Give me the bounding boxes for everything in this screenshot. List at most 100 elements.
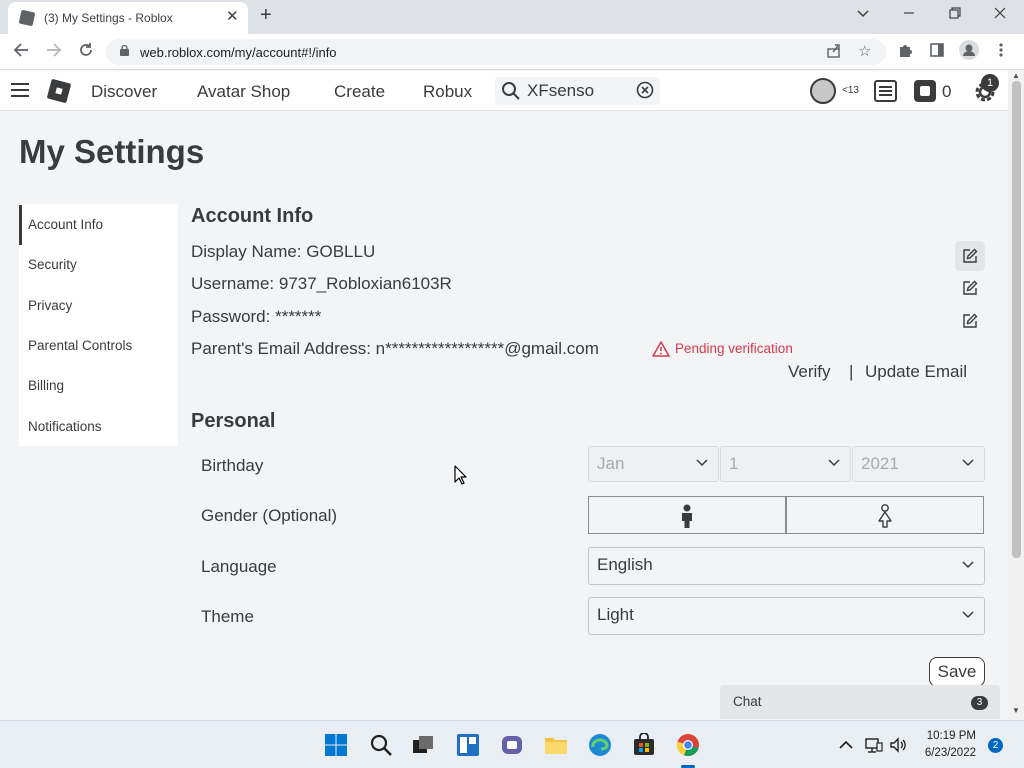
- parent-email-text: Parent's Email Address: n***************…: [191, 339, 599, 358]
- bookmark-star-icon[interactable]: ☆: [858, 42, 871, 60]
- tab-search-chevron-icon[interactable]: [856, 6, 870, 22]
- settings-side-menu: Account Info Security Privacy Parental C…: [19, 204, 178, 446]
- link-separator: |: [849, 362, 854, 381]
- gender-label: Gender (Optional): [201, 506, 338, 525]
- page-scrollbar[interactable]: ▲ ▼: [1008, 71, 1024, 720]
- search-box: [495, 77, 660, 105]
- gender-male-button[interactable]: [588, 496, 786, 534]
- clock-date[interactable]: 6/23/2022: [914, 747, 976, 759]
- menu-item-billing[interactable]: Billing: [19, 366, 178, 406]
- lock-icon[interactable]: [120, 45, 129, 56]
- birthday-label: Birthday: [201, 456, 264, 475]
- volume-icon[interactable]: [889, 736, 907, 754]
- theme-label: Theme: [201, 607, 254, 626]
- chat-label: Chat: [733, 694, 762, 709]
- menu-item-notifications[interactable]: Notifications: [19, 407, 178, 447]
- browser-menu-icon[interactable]: [999, 42, 1003, 62]
- scroll-down-arrow-icon[interactable]: ▼: [1012, 706, 1020, 715]
- profile-icon[interactable]: [959, 40, 979, 64]
- age-label: <13: [842, 85, 859, 96]
- search-input[interactable]: [527, 80, 631, 102]
- menu-item-account-info[interactable]: Account Info: [19, 205, 178, 245]
- url-text: web.roblox.com/my/account#!/info: [140, 45, 337, 60]
- mouse-cursor-icon: [454, 465, 467, 485]
- clock-time[interactable]: 10:19 PM: [920, 730, 976, 742]
- roblox-logo-icon[interactable]: [46, 78, 72, 104]
- menu-item-security[interactable]: Security: [19, 245, 178, 285]
- close-window-icon[interactable]: [994, 6, 1006, 22]
- new-tab-icon[interactable]: +: [260, 4, 272, 27]
- scroll-up-arrow-icon[interactable]: ▲: [1012, 71, 1020, 80]
- chevron-down-icon: [962, 561, 974, 569]
- robux-icon[interactable]: [914, 80, 936, 102]
- back-arrow-icon[interactable]: [13, 42, 29, 63]
- birth-month-select[interactable]: Jan: [588, 446, 719, 482]
- extensions-puzzle-icon[interactable]: [897, 42, 913, 62]
- nav-discover[interactable]: Discover: [91, 82, 157, 102]
- save-button[interactable]: Save: [929, 657, 985, 687]
- taskbar-search-icon[interactable]: [369, 733, 393, 757]
- show-hidden-icons-chevron-icon[interactable]: [838, 737, 854, 753]
- share-icon[interactable]: [826, 43, 842, 63]
- username-text: Username: 9737_Robloxian6103R: [191, 274, 452, 293]
- widgets-icon[interactable]: [456, 733, 480, 757]
- windows-start-icon[interactable]: [324, 733, 348, 757]
- search-icon[interactable]: [501, 81, 521, 101]
- edit-display-name-icon[interactable]: [955, 241, 985, 271]
- female-figure-icon: [878, 504, 892, 528]
- personal-heading: Personal: [191, 410, 276, 432]
- tab-title: (3) My Settings - Roblox: [44, 11, 173, 25]
- male-figure-icon: [682, 504, 692, 528]
- notification-center-badge[interactable]: 2: [988, 738, 1003, 753]
- edit-password-icon[interactable]: [955, 306, 985, 336]
- password-text: Password: *******: [191, 307, 322, 326]
- gender-female-button[interactable]: [786, 496, 984, 534]
- windows-taskbar: 10:19 PM 6/23/2022 2: [0, 720, 1024, 768]
- language-label: Language: [201, 557, 277, 576]
- clear-search-icon[interactable]: [636, 81, 654, 99]
- edge-browser-icon[interactable]: [588, 733, 612, 757]
- network-icon[interactable]: [865, 736, 883, 754]
- messages-icon[interactable]: [874, 80, 897, 102]
- page-title: My Settings: [19, 133, 205, 170]
- browser-toolbar: web.roblox.com/my/account#!/info ☆: [0, 34, 1024, 70]
- language-select[interactable]: English: [588, 547, 985, 585]
- birth-day-select[interactable]: 1: [720, 446, 851, 482]
- file-explorer-icon[interactable]: [544, 733, 568, 757]
- address-bar[interactable]: web.roblox.com/my/account#!/info ☆: [106, 39, 886, 65]
- browser-tab-bar: (3) My Settings - Roblox ✕ +: [0, 0, 1024, 34]
- restore-icon[interactable]: [949, 6, 961, 22]
- edit-username-icon[interactable]: [955, 273, 985, 303]
- nav-robux[interactable]: Robux: [423, 82, 472, 102]
- hamburger-menu-icon[interactable]: [11, 83, 29, 98]
- chrome-browser-icon[interactable]: [676, 733, 700, 757]
- roblox-header: Discover Avatar Shop Create Robux <13 0: [0, 71, 1008, 111]
- nav-avatar-shop[interactable]: Avatar Shop: [197, 82, 290, 102]
- chevron-down-icon: [696, 459, 708, 467]
- chat-bar[interactable]: Chat 3: [720, 685, 1000, 719]
- menu-item-privacy[interactable]: Privacy: [19, 286, 178, 326]
- close-tab-icon[interactable]: ✕: [226, 7, 239, 25]
- microsoft-store-icon[interactable]: [632, 733, 656, 757]
- update-email-link[interactable]: Update Email: [865, 362, 967, 382]
- chevron-down-icon: [828, 459, 840, 467]
- gender-selector: [588, 496, 985, 534]
- side-panel-icon[interactable]: [929, 42, 945, 62]
- browser-tab[interactable]: (3) My Settings - Roblox ✕: [8, 2, 248, 34]
- avatar[interactable]: [810, 78, 836, 104]
- theme-select[interactable]: Light: [588, 597, 985, 635]
- scroll-thumb[interactable]: [1012, 81, 1021, 558]
- reload-icon[interactable]: [78, 42, 94, 63]
- nav-create[interactable]: Create: [334, 82, 385, 102]
- account-info-heading: Account Info: [191, 205, 314, 227]
- forward-arrow-icon[interactable]: [46, 42, 62, 63]
- teams-chat-icon[interactable]: [500, 733, 524, 757]
- menu-item-parental-controls[interactable]: Parental Controls: [19, 326, 178, 366]
- verify-link[interactable]: Verify: [788, 362, 831, 382]
- robux-count[interactable]: 0: [942, 82, 951, 102]
- minimize-icon[interactable]: [903, 6, 915, 22]
- birth-year-select[interactable]: 2021: [852, 446, 985, 482]
- task-view-icon[interactable]: [411, 733, 435, 757]
- chevron-down-icon: [962, 611, 974, 619]
- display-name-text: Display Name: GOBLLU: [191, 242, 376, 261]
